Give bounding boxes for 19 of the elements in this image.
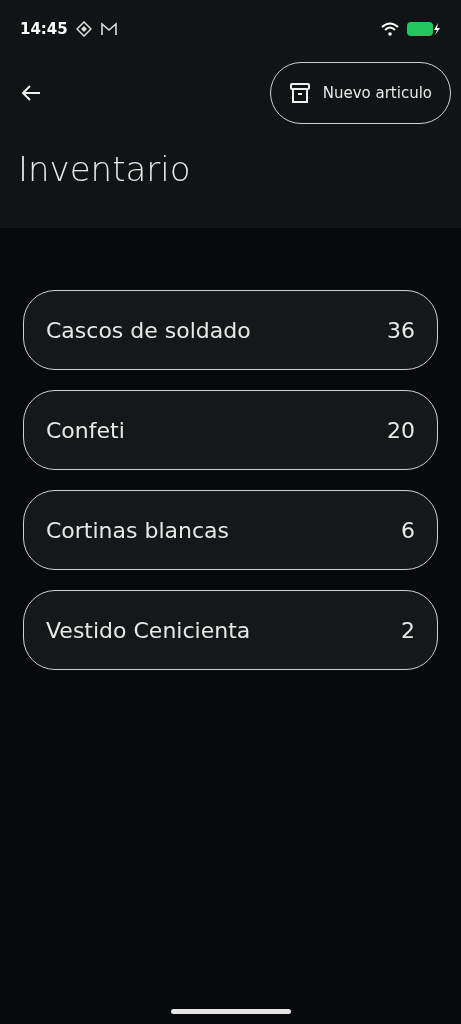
diamond-icon [75, 21, 92, 37]
page-title: Inventario [17, 148, 192, 191]
wifi-icon [381, 22, 399, 36]
inventory-item[interactable]: Cascos de soldado 36 [23, 290, 438, 370]
inventory-item[interactable]: Confeti 20 [23, 390, 438, 470]
inventory-item[interactable]: Vestido Cenicienta 2 [23, 590, 438, 670]
inventory-item[interactable]: Cortinas blancas 6 [23, 490, 438, 570]
status-time: 14:45 [20, 18, 68, 40]
battery-icon [407, 21, 441, 37]
item-name: Vestido Cenicienta [46, 616, 251, 645]
item-count: 36 [387, 316, 415, 345]
item-name: Cortinas blancas [46, 516, 230, 545]
item-name: Confeti [46, 416, 125, 445]
archive-icon [288, 82, 311, 104]
item-count: 2 [401, 616, 415, 645]
item-count: 20 [387, 416, 415, 445]
item-name: Cascos de soldado [46, 316, 251, 345]
mail-icon [99, 22, 118, 36]
item-count: 6 [401, 516, 415, 545]
